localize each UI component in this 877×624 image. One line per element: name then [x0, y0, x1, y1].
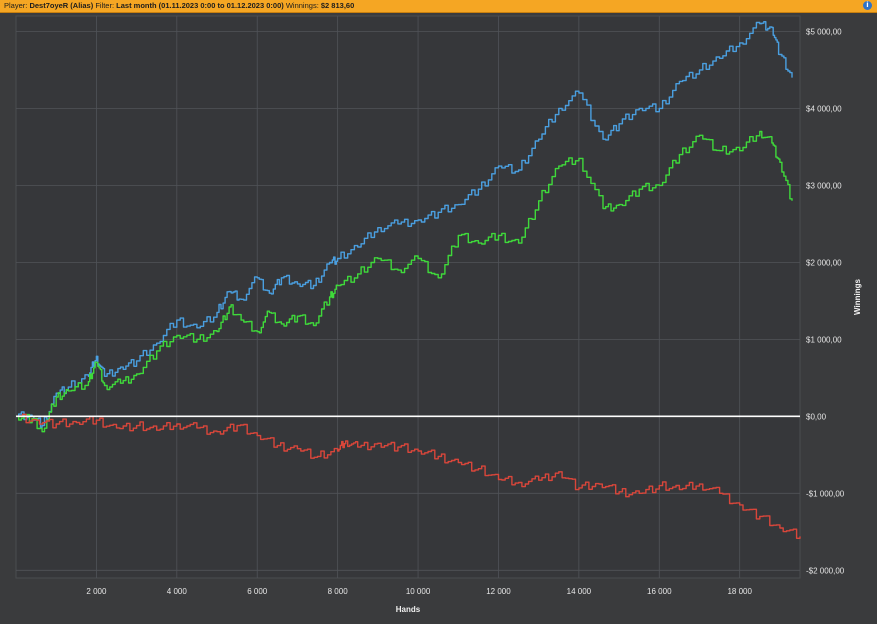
- winnings-label: Winnings:: [285, 1, 319, 10]
- y-tick-label: $3 000,00: [806, 181, 842, 190]
- y-tick-label: $2 000,00: [806, 258, 842, 267]
- y-tick-label: $1 000,00: [806, 335, 842, 344]
- winnings-value: $2 813,60: [320, 1, 355, 10]
- filter-value: Last month (01.11.2023 0:00 to 01.12.202…: [116, 1, 284, 10]
- x-tick-label: 8 000: [328, 587, 349, 596]
- y-axis-title: Winnings: [853, 278, 862, 314]
- x-tick-label: 4 000: [167, 587, 188, 596]
- x-axis-ticks: 2 000 4 000 6 000 8 000 10 000 12 000 14 000 16…: [86, 587, 752, 596]
- y-tick-label: $0,00: [806, 412, 827, 421]
- x-tick-label: 14 000: [567, 587, 592, 596]
- player-label: Player:: [4, 1, 28, 10]
- x-axis-title: Hands: [396, 605, 421, 614]
- winnings-chart: 2 000 4 000 6 000 8 000 10 000 12 000 14 000 16…: [15, 15, 862, 614]
- x-tick-label: 10 000: [406, 587, 431, 596]
- y-tick-label: $4 000,00: [806, 104, 842, 113]
- x-tick-label: 6 000: [247, 587, 268, 596]
- y-tick-label: $5 000,00: [806, 27, 842, 36]
- x-tick-label: 18 000: [727, 587, 752, 596]
- x-tick-label: 2 000: [86, 587, 107, 596]
- info-icon[interactable]: i: [863, 1, 872, 10]
- header-info: Player: Dest7oyeR (Alias) Filter: Last m…: [4, 0, 354, 12]
- y-axis-ticks: $5 000,00 $4 000,00 $3 000,00 $2 000,00 $1 0…: [806, 27, 845, 575]
- y-tick-label: -$2 000,00: [806, 566, 845, 575]
- x-tick-label: 12 000: [486, 587, 511, 596]
- player-value: Dest7oyeR (Alias): [29, 1, 94, 10]
- y-tick-label: -$1 000,00: [806, 489, 845, 498]
- filter-label: Filter:: [95, 1, 115, 10]
- x-tick-label: 16 000: [647, 587, 672, 596]
